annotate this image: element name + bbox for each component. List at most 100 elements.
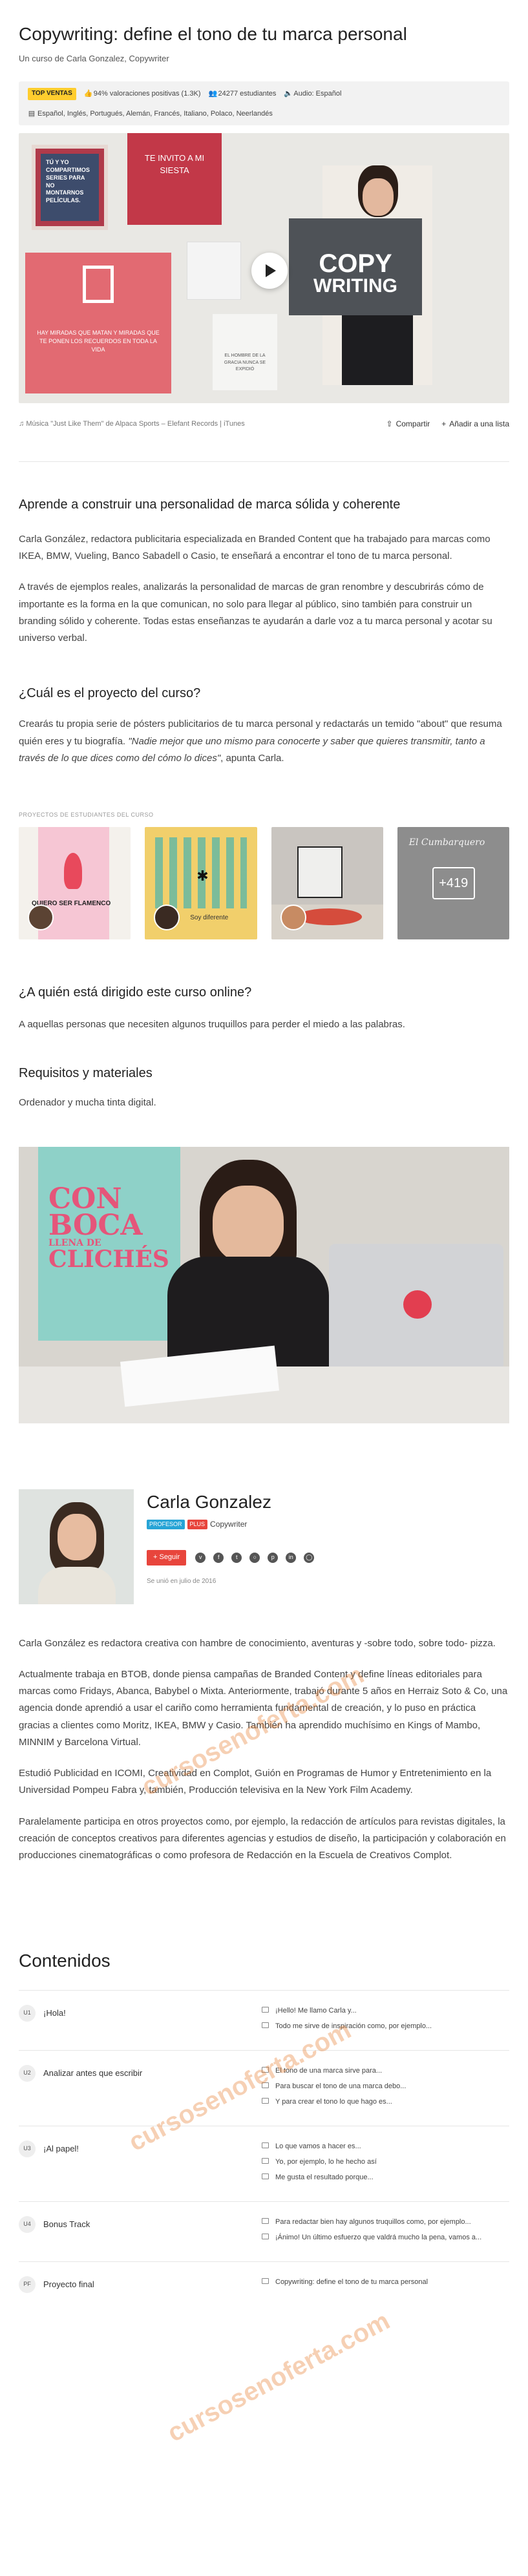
divider [19, 461, 509, 462]
follow-button[interactable]: + Seguir [147, 1549, 187, 1565]
teacher-role: Copywriter [210, 1520, 248, 1529]
unit-lessons: Lo que vamos a hacer es... Yo, por ejempl… [262, 2141, 509, 2187]
project-paragraph: Crearás tu propia serie de pósters publi… [19, 718, 502, 764]
lesson-title: El tono de una marca sirve para... [275, 2066, 383, 2075]
poster-gracia: EL HOMBRE DE LA GRACIA NUNCA SE EXPIDIÓ [213, 314, 277, 391]
teacher-name[interactable]: Carla Gonzalez [147, 1489, 314, 1516]
music-icon: ♫ [19, 420, 26, 428]
unit-title[interactable]: ¡Hola! [43, 2007, 66, 2020]
lesson-title: Copywriting: define el tono de tu marca … [275, 2278, 428, 2286]
music-credit: ♫ Música "Just Like Them" de Alpaca Spor… [19, 420, 245, 428]
video-lesson-icon [262, 2217, 269, 2224]
unit-title[interactable]: ¡Al papel! [43, 2143, 79, 2155]
student-projects-label: PROYECTOS DE ESTUDIANTES DEL CURSO [19, 812, 154, 819]
lesson-title: Me gusta el resultado porque... [275, 2173, 374, 2181]
lesson-item[interactable]: Copywriting: define el tono de tu marca … [262, 2276, 509, 2292]
unit-row[interactable]: U3 ¡Al papel! Lo que vamos a hacer es... Yo… [19, 2125, 509, 2201]
twitter-icon[interactable]: t [231, 1552, 242, 1563]
video-lesson-icon [262, 2278, 269, 2284]
unit-badge: U2 [19, 2064, 36, 2082]
student-project-card[interactable]: El Cumbarquero +419 [397, 827, 509, 940]
unit-badge: PF [19, 2276, 36, 2293]
learn-section: Aprende a construir una personalidad de … [19, 496, 509, 647]
unit-lessons: Para redactar bien hay algunos truquillo… [262, 2216, 509, 2247]
unit-badge: U1 [19, 2004, 36, 2022]
unit-row[interactable]: PF Proyecto final Copywriting: define el t… [19, 2261, 509, 2307]
unit-header: U4 Bonus Track [19, 2215, 262, 2247]
video-lesson-icon [262, 2006, 269, 2013]
lesson-item[interactable]: Para buscar el tono de una marca debo... [262, 2080, 509, 2096]
bio-paragraph: Actualmente trabaja en BTOB, donde piens… [19, 1668, 508, 1748]
student-project-card[interactable] [271, 827, 383, 940]
facebook-icon[interactable]: f [213, 1552, 224, 1563]
lesson-title: Yo, por ejemplo, lo he hecho así [275, 2157, 377, 2166]
lesson-item[interactable]: Para redactar bien hay algunos truquillo… [262, 2216, 509, 2232]
video-lesson-icon [262, 2082, 269, 2088]
thumbs-up-icon: 👍 [83, 89, 93, 98]
teacher-info: Carla Gonzalez PROFESOR PLUS Copywriter … [147, 1489, 315, 1604]
teacher-avatar[interactable] [19, 1489, 134, 1604]
website-icon[interactable]: ◯ [304, 1552, 315, 1563]
unit-lessons: El tono de una marca sirve para... Para b… [262, 2065, 509, 2111]
plus-icon: + [441, 419, 447, 429]
unit-lessons: Copywriting: define el tono de tu marca … [262, 2276, 509, 2293]
unit-title[interactable]: Proyecto final [43, 2279, 94, 2291]
unit-row[interactable]: U1 ¡Hola! ¡Hello! Me llamo Carla y... Todo … [19, 1989, 509, 2050]
unit-header: U2 Analizar antes que escribir [19, 2064, 262, 2111]
bio-paragraph: Estudió Publicidad en ICOMI, Creatividad… [19, 1768, 492, 1796]
student-project-card[interactable]: ✱ Soy diferente [145, 827, 257, 940]
instagram-icon[interactable]: ○ [249, 1552, 260, 1563]
vimeo-icon[interactable]: v [195, 1552, 206, 1563]
copywriting-sign: COPY WRITING [289, 218, 422, 316]
lesson-item[interactable]: Lo que vamos a hacer es... [262, 2141, 509, 2156]
unit-row[interactable]: U4 Bonus Track Para redactar bien hay algu… [19, 2201, 509, 2261]
page-title: Copywriting: define el tono de tu marca … [19, 24, 407, 44]
unit-row[interactable]: U2 Analizar antes que escribir El tono de … [19, 2049, 509, 2126]
audio-language: Audio: Español [293, 89, 342, 98]
learn-paragraph: Carla González, redactora publicitaria e… [19, 533, 491, 562]
top-sales-badge: TOP VENTAS [28, 88, 76, 100]
project-section: ¿Cuál es el proyecto del curso? Crearás … [19, 684, 509, 940]
share-icon: ⇧ [386, 419, 393, 429]
teacher-card: Carla Gonzalez PROFESOR PLUS Copywriter … [19, 1489, 509, 1604]
lesson-item[interactable]: Yo, por ejemplo, lo he hecho así [262, 2156, 509, 2172]
learn-heading: Aprende a construir una personalidad de … [19, 497, 401, 512]
lesson-item[interactable]: ¡Hello! Me llamo Carla y... [262, 2005, 509, 2020]
lesson-item[interactable]: Todo me sirve de inspiración como, por e… [262, 2020, 509, 2036]
poster-series: TÚ Y YO COMPARTIMOS SERIES PARA NO MONTA… [32, 145, 108, 231]
video-lesson-icon [262, 2157, 269, 2164]
video-lesson-icon [262, 2097, 269, 2104]
unit-title[interactable]: Analizar antes que escribir [43, 2068, 142, 2080]
social-links: v f t ○ p in ◯ [195, 1552, 315, 1563]
add-to-list-button[interactable]: + Añadir a una lista [441, 419, 509, 430]
student-avatar [28, 905, 54, 931]
course-meta: TOP VENTAS 👍94% valoraciones positivas (… [19, 81, 509, 126]
lesson-item[interactable]: Y para crear el tono lo que hago es... [262, 2096, 509, 2111]
bio-paragraph: Paralelamente participa en otros proyect… [19, 1816, 506, 1861]
lesson-title: Y para crear el tono lo que hago es... [275, 2097, 392, 2106]
requirements-section: Requisitos y materiales Ordenador y much… [19, 1064, 509, 1111]
share-button[interactable]: ⇧ Compartir [386, 419, 430, 430]
unit-title[interactable]: Bonus Track [43, 2219, 90, 2231]
subtitle-languages: Español, Inglés, Portugués, Alemán, Fran… [37, 109, 273, 118]
linkedin-icon[interactable]: in [286, 1552, 297, 1563]
audience-section: ¿A quién está dirigido este curso online… [19, 983, 509, 1033]
course-page: Copywriting: define el tono de tu marca … [0, 0, 528, 2447]
requirements-text: Ordenador y mucha tinta digital. [19, 1097, 156, 1109]
student-project-card[interactable]: QUIERO SER FLAMENCO [19, 827, 131, 940]
lesson-item[interactable]: ¡Ánimo! Un último esfuerzo que valdrá mu… [262, 2232, 509, 2247]
play-icon [266, 264, 276, 278]
unit-badge: U3 [19, 2140, 36, 2157]
play-button[interactable] [251, 253, 288, 289]
student-projects-grid: QUIERO SER FLAMENCO ✱ Soy diferente El C… [19, 827, 509, 940]
lesson-title: Todo me sirve de inspiración como, por e… [275, 2022, 432, 2030]
audio-icon: 🔈 [284, 89, 293, 98]
lesson-item[interactable]: El tono de una marca sirve para... [262, 2065, 509, 2080]
course-video[interactable]: TÚ Y YO COMPARTIMOS SERIES PARA NO MONTA… [19, 133, 509, 404]
unit-badge: U4 [19, 2215, 36, 2233]
video-lesson-icon [262, 2142, 269, 2148]
more-projects-count[interactable]: +419 [432, 867, 475, 900]
lesson-item[interactable]: Me gusta el resultado porque... [262, 2172, 509, 2187]
pinterest-icon[interactable]: p [268, 1552, 279, 1563]
laptop-logo-icon [403, 1290, 432, 1319]
